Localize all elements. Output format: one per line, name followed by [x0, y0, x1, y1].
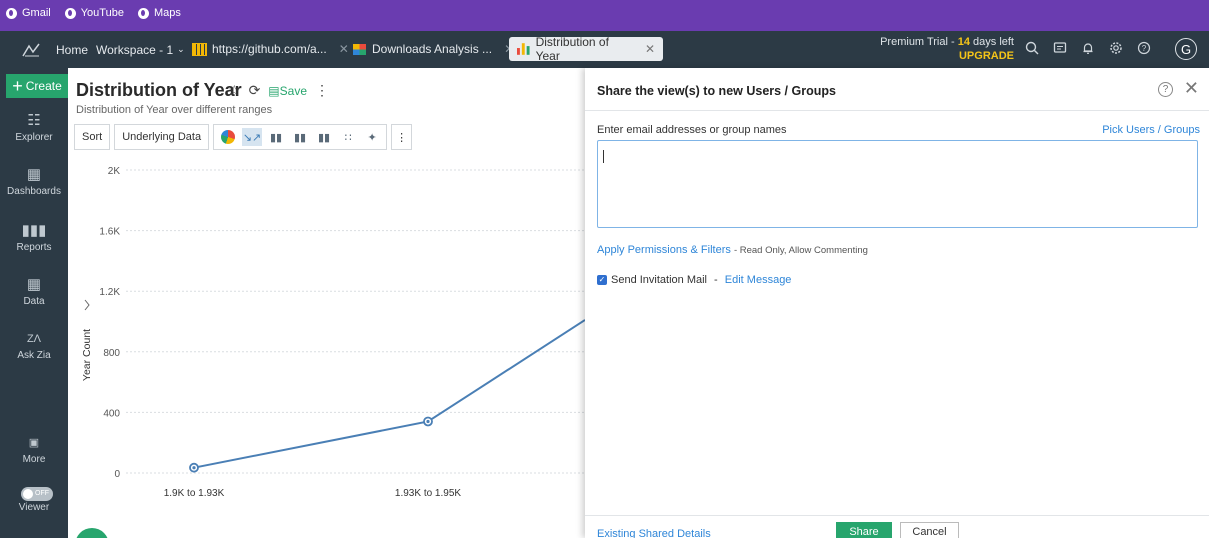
permissions-row: Apply Permissions & Filters - Read Only,…: [597, 244, 868, 256]
invitation-row: ✓ Send Invitation Mail - Edit Message: [597, 274, 792, 286]
y-tick-label: 0: [114, 469, 120, 480]
save-icon: ▤: [268, 83, 280, 98]
tab-distribution-of-year[interactable]: Distribution of Year ✕: [509, 35, 663, 63]
tab-github[interactable]: https://github.com/a... ✕: [185, 37, 357, 61]
sidebar-item-dashboards[interactable]: ▦ Dashboards: [0, 166, 68, 197]
report-area: Distribution of Year ☆ ⟳ ▤Save ⋮ Distrib…: [68, 68, 585, 538]
refresh-icon[interactable]: ⟳: [249, 82, 261, 99]
data-table-icon: ▦: [26, 276, 42, 293]
send-invitation-checkbox[interactable]: ✓: [597, 275, 607, 285]
data-point-core: [192, 466, 196, 470]
premium-trial-info: Premium Trial - 14 days left UPGRADE: [880, 36, 1014, 63]
x-tick-label: 1.9K to 1.93K: [164, 488, 225, 499]
viewer-label: Viewer: [18, 502, 50, 513]
bar-chart-icon: [517, 43, 530, 55]
stacked-bar-icon[interactable]: ▮▮: [290, 128, 310, 146]
column-chart-icon[interactable]: ▮▮: [314, 128, 334, 146]
sidebar-item-reports[interactable]: ▮▮▮ Reports: [0, 222, 68, 253]
y-axis-label: Year Count: [81, 329, 93, 381]
chart-type-group: ↘↗ ▮▮ ▮▮ ▮▮ ∷ ✦: [213, 124, 388, 150]
help-icon[interactable]: ?: [1158, 82, 1173, 97]
bookmark-maps[interactable]: Maps: [137, 7, 181, 19]
sidebar-item-more[interactable]: ▣ More: [0, 434, 68, 465]
globe-icon: [64, 7, 76, 19]
close-icon[interactable]: ✕: [1184, 78, 1199, 99]
page-subtitle: Distribution of Year over different rang…: [76, 104, 273, 116]
gear-icon[interactable]: [1108, 41, 1124, 57]
create-button[interactable]: + Create: [6, 74, 68, 98]
dashboards-icon: ▦: [26, 166, 42, 183]
table-icon: [192, 42, 207, 56]
cancel-button[interactable]: Cancel: [900, 522, 959, 538]
explorer-icon: ☷: [27, 112, 41, 129]
more-icon: ▣: [28, 437, 40, 449]
map-chart-icon[interactable]: ✦: [362, 128, 382, 146]
tab-downloads-analysis[interactable]: Downloads Analysis ... ✕: [345, 37, 522, 61]
zia-icon: ZΛ: [26, 333, 42, 345]
bell-icon[interactable]: [1080, 41, 1096, 57]
toolbar-more-icon[interactable]: ⋮: [391, 124, 413, 150]
series-line: [193, 319, 585, 469]
title-actions: ☆ ⟳ ▤Save ⋮: [228, 82, 329, 99]
page-title: Distribution of Year: [76, 80, 242, 100]
home-link[interactable]: Home: [56, 31, 88, 68]
sort-button[interactable]: Sort: [74, 124, 111, 150]
chevron-down-icon: ⌄: [177, 44, 185, 54]
share-panel: Share the view(s) to new Users / Groups …: [585, 68, 1209, 538]
close-icon[interactable]: ✕: [645, 42, 655, 56]
pie-chart-icon[interactable]: [218, 128, 238, 146]
sidebar-item-ask-zia[interactable]: ZΛ Ask Zia: [0, 330, 68, 361]
bookmark-gmail[interactable]: Gmail: [6, 7, 51, 19]
underlying-data-button[interactable]: Underlying Data: [114, 124, 210, 150]
app-logo[interactable]: [22, 31, 40, 68]
save-button[interactable]: ▤Save: [268, 84, 307, 98]
left-sidebar: + Create ☷ Explorer ▦ Dashboards ▮▮▮ Reports…: [0, 68, 68, 538]
share-button[interactable]: Share: [836, 522, 892, 538]
expand-axis-chevron-icon: [84, 299, 90, 311]
reports-icon: ▮▮▮: [21, 222, 47, 239]
help-icon[interactable]: ?: [1136, 41, 1152, 57]
bookmark-youtube[interactable]: YouTube: [64, 7, 124, 19]
app-top-bar: Home Workspace - 1 ⌄ https://github.com/a…: [0, 31, 1209, 68]
line-chart: 0 400 800 1.2K 1.6K 2K Year Count 1.9K to 1.93K…: [81, 166, 585, 499]
plus-icon: +: [12, 76, 23, 96]
share-panel-title: Share the view(s) to new Users / Groups: [597, 84, 836, 98]
y-tick-label: 800: [103, 348, 120, 359]
bar-chart-icon[interactable]: ▮▮: [266, 128, 286, 146]
y-tick-label: 1.6K: [99, 227, 120, 238]
email-input[interactable]: [597, 140, 1198, 228]
zoho-analytics-logo-icon: [22, 43, 40, 56]
scatter-chart-icon[interactable]: ∷: [338, 128, 358, 146]
y-tick-label: 2K: [108, 166, 121, 177]
avatar[interactable]: G: [1175, 38, 1197, 60]
dashboard-icon: [353, 43, 366, 55]
edit-message-link[interactable]: Edit Message: [725, 274, 792, 286]
more-options-icon[interactable]: ⋮: [315, 82, 329, 99]
report-toolbar: Sort Underlying Data ↘↗ ▮▮ ▮▮ ▮▮ ∷ ✦ ⋮: [74, 124, 413, 150]
sidebar-item-explorer[interactable]: ☷ Explorer: [0, 112, 68, 143]
globe-icon: [6, 7, 17, 19]
viewer-toggle[interactable]: OFF: [21, 487, 53, 501]
upgrade-link[interactable]: UPGRADE: [880, 49, 1014, 63]
existing-shared-details-link[interactable]: Existing Shared Details: [597, 528, 711, 538]
y-tick-label: 400: [103, 408, 120, 419]
globe-icon: [137, 7, 149, 19]
email-label: Enter email addresses or group names: [597, 124, 787, 136]
apply-permissions-link[interactable]: Apply Permissions & Filters: [597, 244, 731, 256]
data-point-core: [426, 419, 430, 424]
y-tick-label: 1.2K: [99, 287, 120, 298]
line-chart-icon[interactable]: ↘↗: [242, 128, 263, 146]
search-icon[interactable]: [1024, 41, 1040, 57]
divider: [585, 110, 1209, 111]
sidebar-item-data[interactable]: ▦ Data: [0, 276, 68, 307]
comments-icon[interactable]: [1052, 41, 1068, 57]
pick-users-groups-link[interactable]: Pick Users / Groups: [1102, 124, 1200, 136]
svg-text:?: ?: [1142, 44, 1147, 53]
star-icon[interactable]: ☆: [228, 82, 241, 99]
permissions-summary: Read Only, Allow Commenting: [739, 245, 868, 256]
bookmarks-bar: Gmail YouTube Maps: [0, 0, 1209, 31]
workspace-dropdown[interactable]: Workspace - 1 ⌄: [96, 31, 185, 68]
x-tick-label: 1.93K to 1.95K: [395, 488, 461, 499]
